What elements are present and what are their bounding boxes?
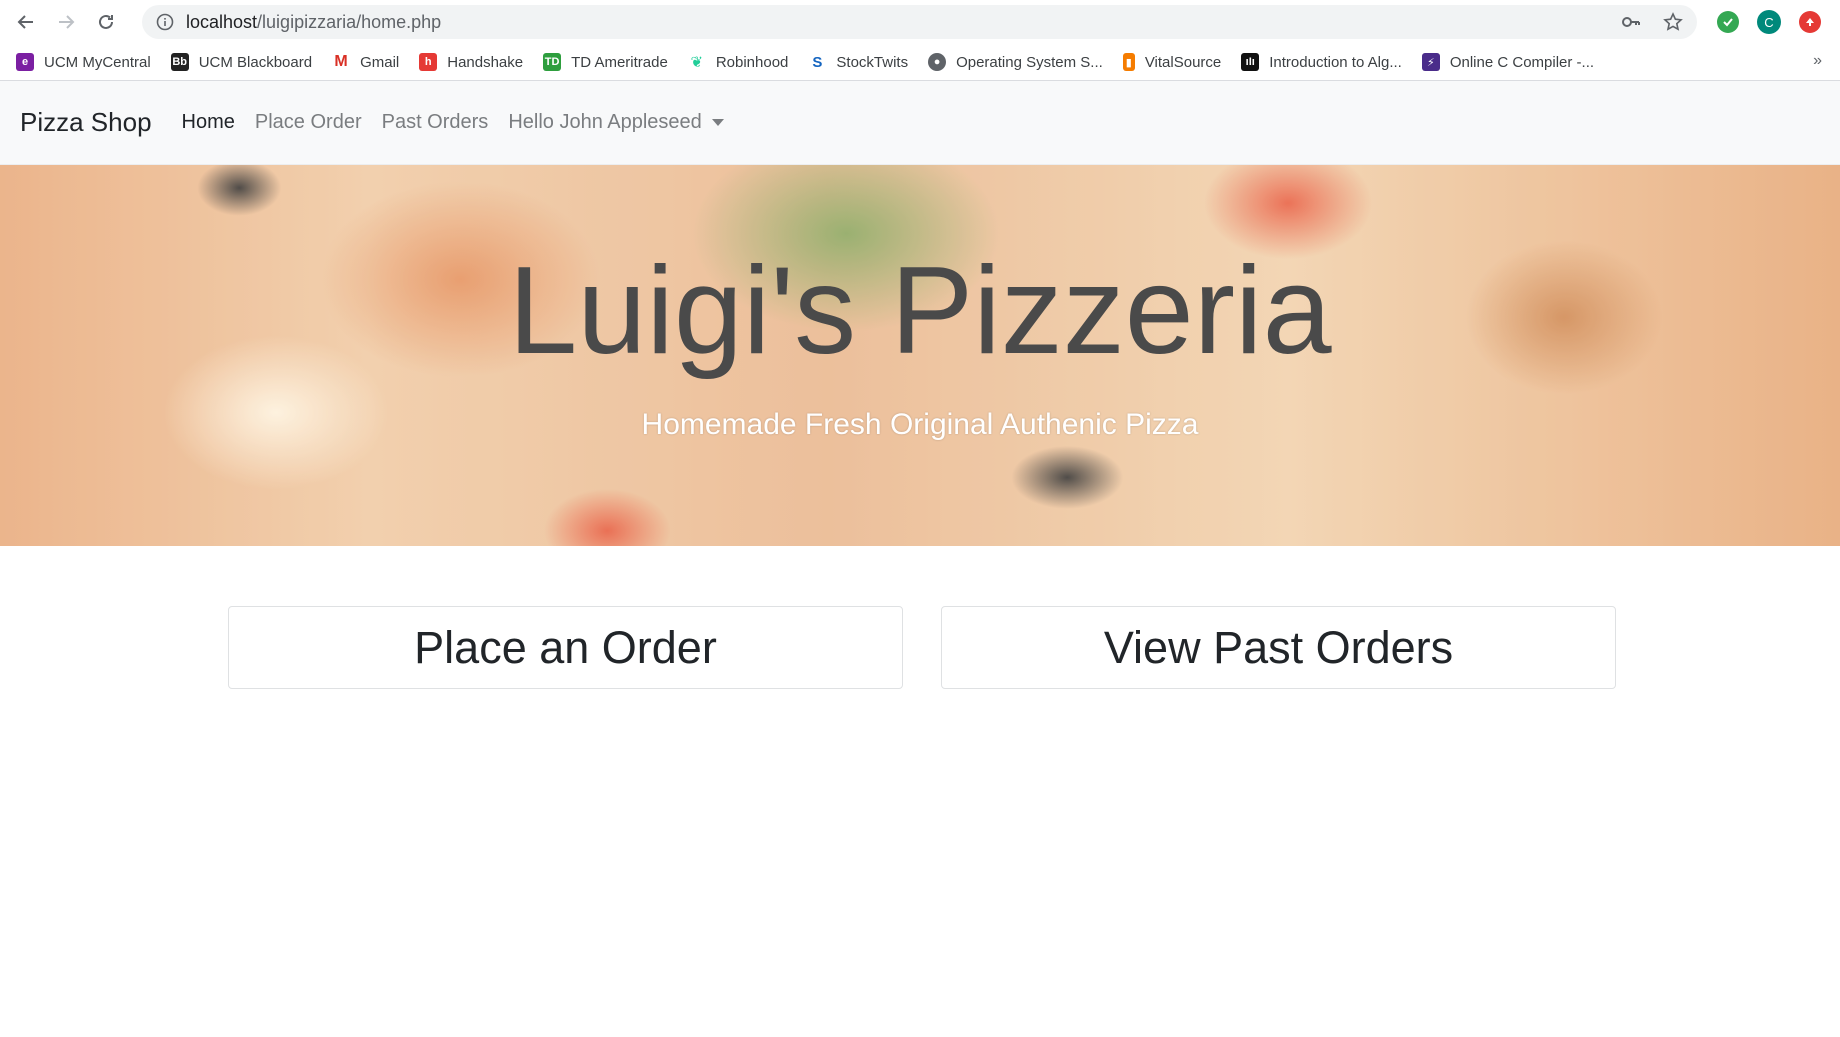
bookmark-label: Handshake — [447, 53, 524, 71]
user-menu-dropdown[interactable]: Hello John Appleseed — [508, 111, 724, 134]
bookmark-operating-system[interactable]: ● Operating System S... — [928, 53, 1103, 71]
td-icon: TD — [543, 53, 562, 71]
bookmark-handshake[interactable]: h Handshake — [419, 53, 523, 71]
back-arrow-icon — [17, 15, 33, 29]
info-icon[interactable] — [156, 13, 174, 31]
bookmark-label: Robinhood — [715, 53, 789, 71]
hero-banner: Luigi's Pizzeria Homemade Fresh Original… — [0, 165, 1840, 546]
bookmark-label: Gmail — [360, 53, 400, 71]
extension-alert-icon[interactable] — [1799, 11, 1821, 33]
bookmark-gmail[interactable]: M Gmail — [332, 53, 399, 71]
nav-link-home[interactable]: Home — [182, 111, 235, 134]
navbar-brand[interactable]: Pizza Shop — [20, 107, 152, 138]
bookmark-label: StockTwits — [836, 53, 909, 71]
bookmarks-overflow-button[interactable]: » — [1813, 52, 1822, 70]
bookmark-intro-algorithms[interactable]: ıIı Introduction to Alg... — [1241, 53, 1402, 71]
profile-avatar[interactable]: C — [1757, 10, 1781, 34]
bookmark-stocktwits[interactable]: S StockTwits — [808, 53, 908, 71]
robinhood-icon: ❦ — [687, 53, 706, 71]
bookmark-ucm-blackboard[interactable]: Bb UCM Blackboard — [170, 53, 313, 71]
hero-title: Luigi's Pizzeria — [508, 242, 1332, 380]
bookmark-label: Introduction to Alg... — [1269, 53, 1402, 71]
place-order-button[interactable]: Place an Order — [228, 606, 903, 689]
forward-button[interactable] — [48, 4, 84, 40]
gmail-icon: M — [332, 53, 351, 71]
back-button[interactable] — [8, 4, 44, 40]
mit-icon: ıIı — [1241, 53, 1260, 71]
reload-button[interactable] — [88, 4, 124, 40]
url-text[interactable]: localhost/luigipizzaria/home.php — [186, 12, 1621, 33]
site-navbar: Pizza Shop Home Place Order Past Orders … — [0, 81, 1840, 165]
ucm-icon: e — [16, 53, 34, 71]
reload-icon — [99, 14, 113, 29]
vitalsource-icon: ▮ — [1122, 53, 1135, 71]
handshake-icon: h — [419, 53, 438, 71]
address-bar[interactable]: localhost/luigipizzaria/home.php — [142, 5, 1697, 39]
bookmarks-bar: e UCM MyCentral Bb UCM Blackboard M Gmail h… — [0, 44, 1840, 80]
extension-check-icon[interactable] — [1717, 11, 1739, 33]
bookmark-robinhood[interactable]: ❦ Robinhood — [687, 53, 789, 71]
bookmark-td-ameritrade[interactable]: TD TD Ameritrade — [543, 53, 668, 71]
blackboard-icon: Bb — [170, 53, 189, 71]
bookmark-label: UCM MyCentral — [44, 53, 151, 71]
nav-link-place-order[interactable]: Place Order — [255, 111, 362, 134]
bookmark-label: Operating System S... — [956, 53, 1103, 71]
bookmark-star-icon[interactable] — [1663, 12, 1683, 32]
bookmark-label: TD Ameritrade — [571, 53, 668, 71]
bookmark-ucm-mycentral[interactable]: e UCM MyCentral — [16, 53, 151, 71]
forward-arrow-icon — [59, 15, 75, 29]
url-path: /luigipizzaria/home.php — [257, 11, 442, 32]
bookmark-vitalsource[interactable]: ▮ VitalSource — [1122, 53, 1222, 71]
key-icon[interactable] — [1621, 12, 1641, 32]
bookmark-label: VitalSource — [1144, 53, 1222, 71]
nav-link-past-orders[interactable]: Past Orders — [382, 111, 489, 134]
chevron-down-icon — [711, 119, 724, 127]
browser-chrome: localhost/luigipizzaria/home.php C e UCM … — [0, 0, 1840, 81]
user-menu-label: Hello John Appleseed — [508, 111, 702, 133]
bookmark-online-c-compiler[interactable]: ⚡ Online C Compiler -... — [1421, 53, 1595, 71]
globe-icon: ● — [928, 53, 947, 71]
stocktwits-icon: S — [808, 53, 827, 71]
compiler-icon: ⚡ — [1421, 53, 1440, 71]
action-cards: Place an Order View Past Orders — [0, 606, 1840, 689]
view-past-orders-button[interactable]: View Past Orders — [941, 606, 1616, 689]
bookmark-label: UCM Blackboard — [198, 53, 313, 71]
browser-toolbar: localhost/luigipizzaria/home.php C — [0, 0, 1840, 44]
bookmark-label: Online C Compiler -... — [1449, 53, 1595, 71]
hero-subtitle: Homemade Fresh Original Authenic Pizza — [641, 408, 1199, 441]
url-host: localhost — [186, 11, 258, 32]
